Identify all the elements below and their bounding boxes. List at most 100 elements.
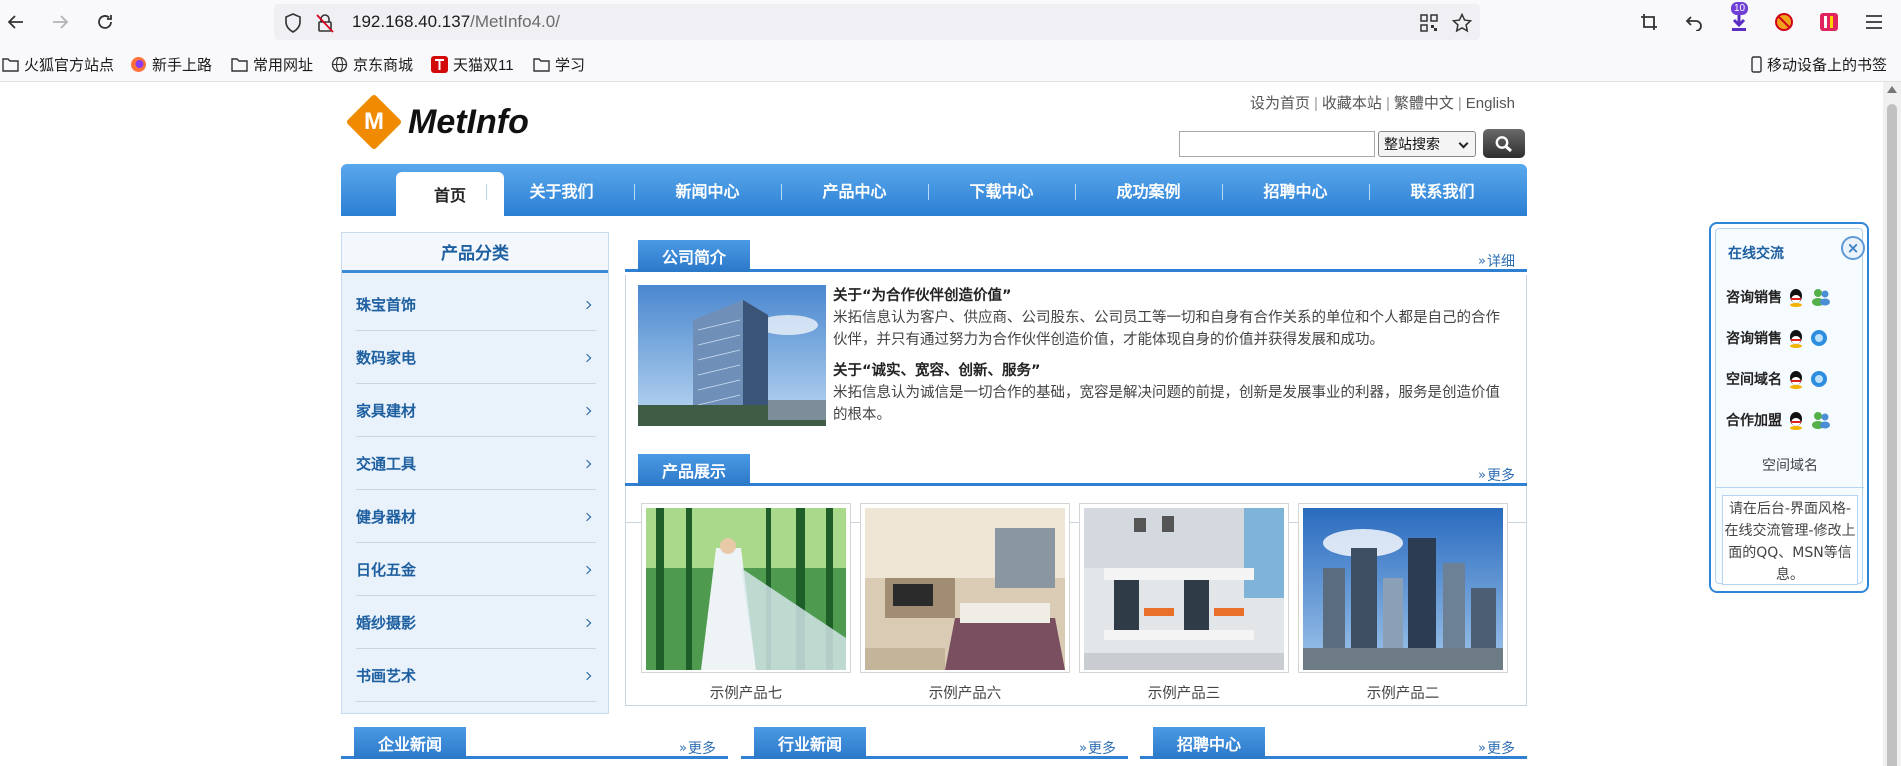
site-logo[interactable]: M MetInfo: [345, 93, 529, 151]
nav-jobs[interactable]: 招聘中心: [1222, 164, 1369, 216]
qr-code-icon[interactable]: [1418, 12, 1440, 34]
chat-row[interactable]: 合作加盟: [1726, 410, 1832, 430]
english-link[interactable]: English: [1466, 95, 1515, 112]
set-homepage-link[interactable]: 设为首页: [1250, 95, 1310, 112]
site-search-input[interactable]: [1179, 131, 1375, 157]
category-fitness[interactable]: 健身器材: [356, 490, 596, 543]
product-card[interactable]: [860, 503, 1070, 673]
product-caption[interactable]: 示例产品三: [1079, 682, 1289, 703]
search-scope-value: 整站搜索: [1384, 137, 1440, 153]
bookmark-item[interactable]: 天猫双11: [431, 54, 514, 74]
qq-icon[interactable]: [1786, 369, 1806, 389]
company-building-image: [638, 285, 826, 426]
product-card[interactable]: [1298, 503, 1508, 673]
nav-cases[interactable]: 成功案例: [1075, 164, 1222, 216]
nav-products[interactable]: 产品中心: [781, 164, 928, 216]
qq-icon[interactable]: [1786, 328, 1806, 348]
company-news-tab[interactable]: 企业新闻: [354, 727, 467, 759]
menu-icon[interactable]: [1861, 9, 1887, 35]
double-chevron-icon: »: [679, 740, 687, 756]
close-icon[interactable]: ×: [1841, 236, 1865, 260]
bookmark-item[interactable]: 京东商城: [331, 54, 413, 74]
add-favorite-link[interactable]: 收藏本站: [1322, 95, 1382, 112]
scrollbar-thumb[interactable]: [1887, 104, 1897, 766]
search-button[interactable]: [1483, 129, 1525, 158]
category-wedding-photo[interactable]: 婚纱摄影: [356, 596, 596, 649]
product-caption[interactable]: 示例产品二: [1298, 682, 1508, 703]
chevron-right-icon: [582, 565, 592, 575]
about-section-header: 公司简介 » 详细: [625, 240, 1527, 272]
browser-toolbar: 192.168.40.137/MetInfo4.0/ 10: [0, 0, 1901, 44]
traditional-chinese-link[interactable]: 繁體中文: [1394, 95, 1454, 112]
email-icon[interactable]: [1810, 370, 1828, 388]
nav-contact[interactable]: 联系我们: [1369, 164, 1516, 216]
folder-icon: [533, 56, 550, 73]
product-caption[interactable]: 示例产品六: [860, 682, 1070, 703]
undo-icon[interactable]: [1681, 9, 1707, 35]
bookmark-star-icon[interactable]: [1451, 12, 1473, 34]
url-text[interactable]: 192.168.40.137/MetInfo4.0/: [352, 12, 560, 32]
crop-screenshot-icon[interactable]: [1636, 9, 1662, 35]
top-links: 设为首页 | 收藏本站 | 繁體中文 | English: [1250, 95, 1515, 112]
bookmark-label: 新手上路: [152, 56, 213, 74]
back-icon[interactable]: [2, 8, 30, 36]
qq-icon[interactable]: [1786, 410, 1806, 430]
bookmark-item[interactable]: 火狐官方站点: [2, 54, 114, 74]
scroll-up-icon[interactable]: [1887, 86, 1897, 93]
mobile-bookmarks[interactable]: 移动设备上的书签: [1750, 54, 1887, 74]
industry-news-tab[interactable]: 行业新闻: [754, 727, 867, 759]
double-chevron-icon: »: [1079, 740, 1087, 756]
forward-icon[interactable]: [46, 8, 74, 36]
folder-icon: [231, 56, 248, 73]
chat-row[interactable]: 空间域名: [1726, 369, 1828, 389]
reload-icon[interactable]: [91, 8, 119, 36]
products-section-header: 产品展示 » 更多: [625, 454, 1527, 486]
category-furniture[interactable]: 家具建材: [356, 384, 596, 437]
intro-heading-2: 关于“诚实、宽容、创新、服务”: [833, 363, 1041, 379]
product-card[interactable]: [1079, 503, 1289, 673]
product-caption[interactable]: 示例产品七: [641, 682, 851, 703]
industry-news-more-link[interactable]: » 更多: [1079, 738, 1116, 758]
chat-footer-label: 空间域名: [1762, 458, 1818, 474]
product-image-bedroom: [865, 508, 1065, 670]
chat-row[interactable]: 咨询销售: [1726, 328, 1828, 348]
nav-news[interactable]: 新闻中心: [634, 164, 781, 216]
nav-about[interactable]: 关于我们: [488, 164, 635, 216]
about-more-link[interactable]: » 详细: [1478, 251, 1515, 271]
web-page: 设为首页 | 收藏本站 | 繁體中文 | English M MetInfo 整站搜索 首页…: [0, 82, 1901, 766]
jobs-tab[interactable]: 招聘中心: [1153, 727, 1266, 759]
chat-row-label: 空间域名: [1726, 372, 1782, 388]
products-more-link[interactable]: » 更多: [1478, 465, 1515, 485]
app-extension-icon[interactable]: [1816, 9, 1842, 35]
bookmark-label: 学习: [555, 56, 586, 74]
about-tab[interactable]: 公司简介: [638, 240, 751, 272]
intro-heading-1: 关于“为合作伙伴创造价值”: [833, 288, 1012, 304]
category-jewelry[interactable]: 珠宝首饰: [356, 278, 596, 331]
product-card[interactable]: [641, 503, 851, 673]
category-vehicles[interactable]: 交通工具: [356, 437, 596, 490]
category-hardware[interactable]: 日化五金: [356, 543, 596, 596]
nav-downloads[interactable]: 下载中心: [928, 164, 1075, 216]
category-art[interactable]: 书画艺术: [356, 649, 596, 702]
mobile-bookmarks-label: 移动设备上的书签: [1767, 56, 1888, 74]
bookmark-item[interactable]: 学习: [533, 54, 585, 74]
category-electronics[interactable]: 数码家电: [356, 331, 596, 384]
bookmark-item[interactable]: 常用网址: [231, 54, 313, 74]
company-news-more-link[interactable]: » 更多: [679, 738, 716, 758]
logo-mark: M: [345, 93, 403, 151]
chat-row[interactable]: 咨询销售: [1726, 287, 1832, 307]
msn-icon[interactable]: [1810, 410, 1832, 430]
email-icon[interactable]: [1810, 329, 1828, 347]
page-scrollbar[interactable]: [1883, 82, 1901, 766]
bookmark-item[interactable]: 新手上路: [130, 54, 212, 74]
jobs-more-link[interactable]: » 更多: [1478, 738, 1515, 758]
search-scope-select[interactable]: 整站搜索: [1378, 131, 1476, 157]
qq-icon[interactable]: [1786, 287, 1806, 307]
block-extension-icon[interactable]: [1771, 9, 1797, 35]
chat-row-label: 合作加盟: [1726, 413, 1782, 429]
shield-icon[interactable]: [282, 12, 304, 34]
url-bar[interactable]: 192.168.40.137/MetInfo4.0/: [274, 4, 1480, 40]
msn-icon[interactable]: [1810, 287, 1832, 307]
insecure-lock-icon[interactable]: [314, 12, 336, 34]
products-tab[interactable]: 产品展示: [638, 454, 751, 486]
